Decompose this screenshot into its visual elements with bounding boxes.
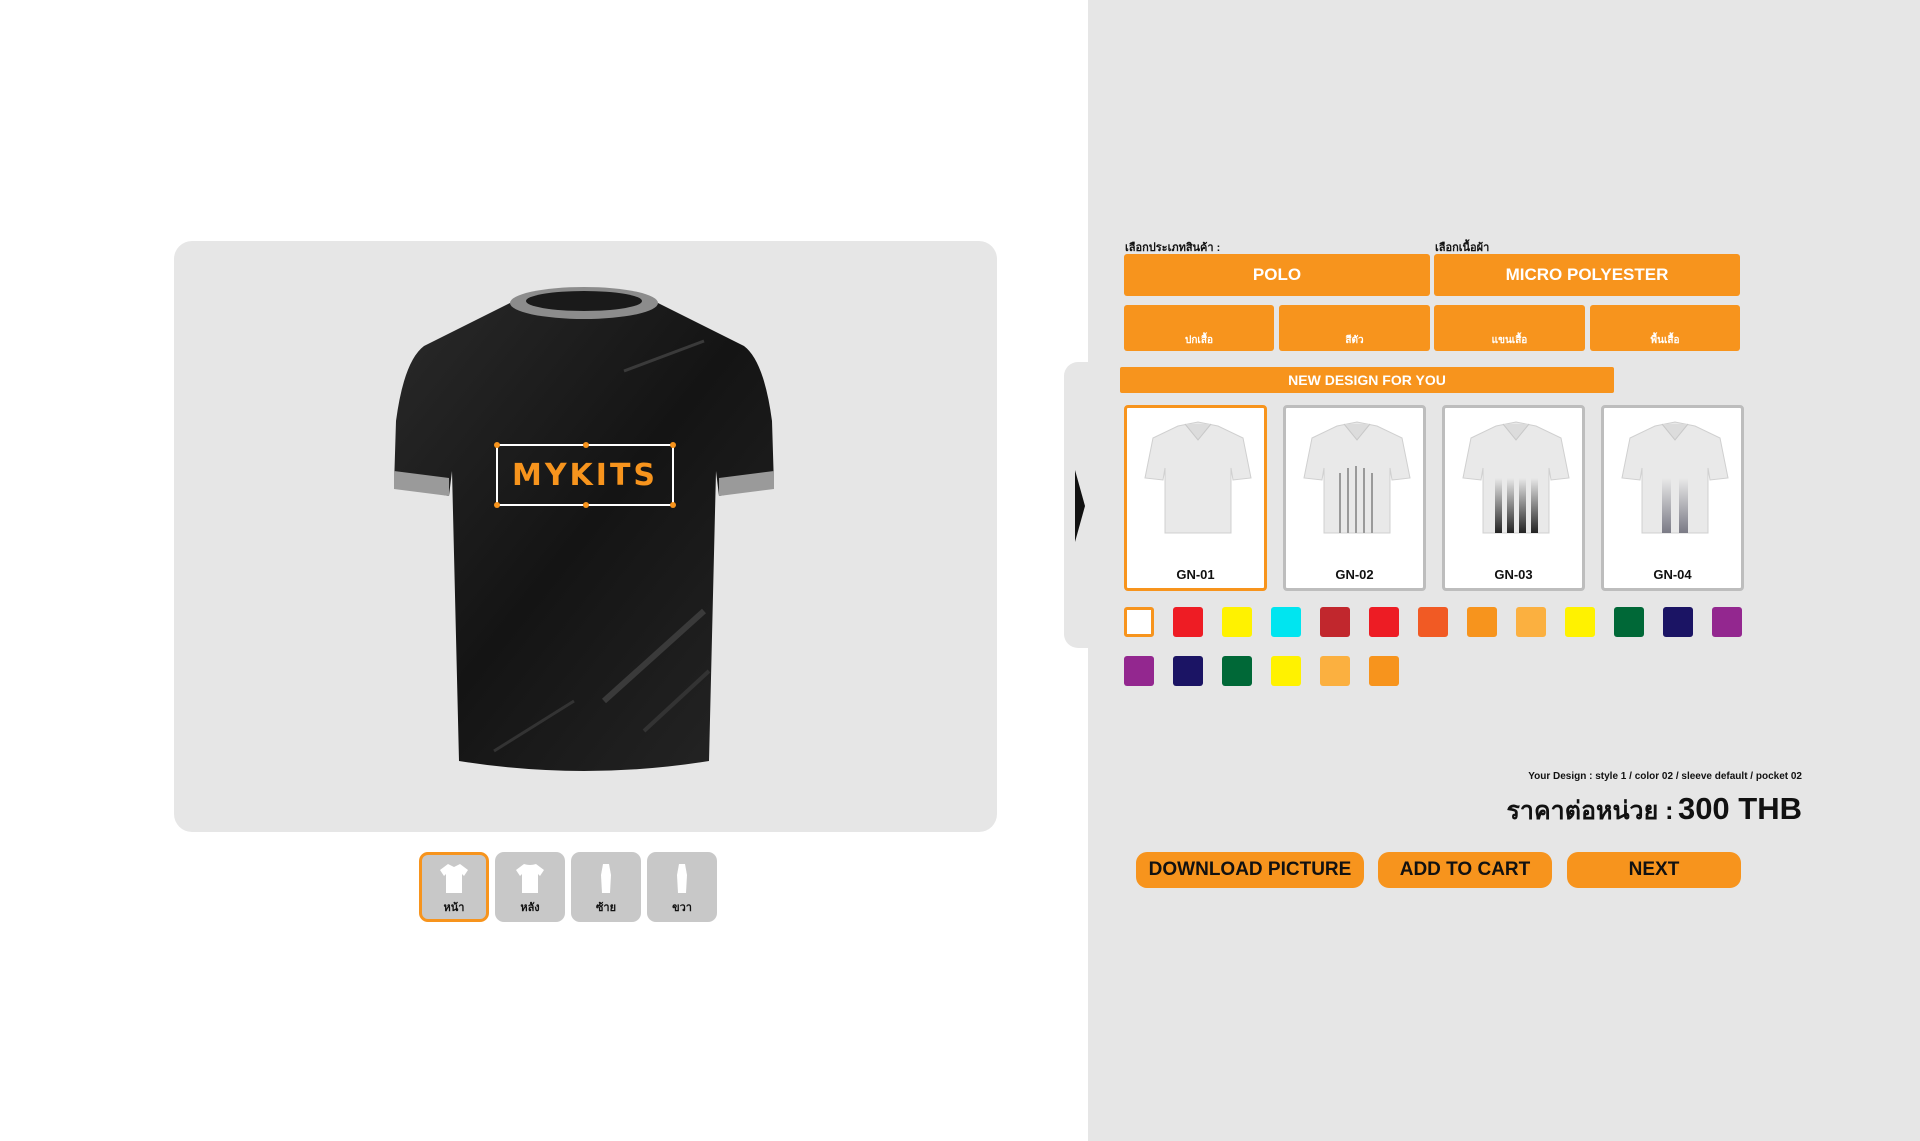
design-code: GN-03 [1494, 567, 1533, 582]
logo-text: MYKITS [511, 458, 659, 493]
color-swatch[interactable] [1712, 607, 1742, 637]
customize-panel: เลือกประเภทสินค้า : เลือกเนื้อผ้า POLO M… [1064, 0, 1920, 1141]
design-summary: Your Design : style 1 / color 02 / sleev… [1528, 771, 1802, 782]
color-swatch[interactable] [1614, 607, 1644, 637]
resize-handle[interactable] [494, 442, 500, 448]
view-right-button[interactable]: ขวา [647, 852, 717, 922]
color-swatch[interactable] [1320, 656, 1350, 686]
polo-shirt-bold-stripes-icon [1462, 421, 1570, 534]
polo-shirt-icon [1144, 421, 1252, 534]
tshirt-preview-image [394, 287, 774, 771]
shirt-back-icon [516, 864, 544, 893]
sleeve-option-button[interactable]: แขนเสื้อ [1434, 305, 1585, 351]
fabric-select[interactable]: MICRO POLYESTER [1434, 254, 1740, 296]
shirt-front-icon [440, 864, 468, 893]
design-card-gn-02[interactable]: GN-02 [1283, 405, 1426, 591]
view-front-button[interactable]: หน้า [419, 852, 489, 922]
resize-handle[interactable] [670, 502, 676, 508]
color-swatch[interactable] [1320, 607, 1350, 637]
shirt-left-side-icon [601, 864, 611, 893]
product-type-select[interactable]: POLO [1124, 254, 1430, 296]
color-swatch[interactable] [1173, 656, 1203, 686]
collar-option-button[interactable]: ปกเสื้อ [1124, 305, 1274, 351]
color-swatch[interactable] [1124, 656, 1154, 686]
color-swatch[interactable] [1271, 656, 1301, 686]
resize-handle[interactable] [583, 442, 589, 448]
view-label: หน้า [443, 902, 465, 914]
body-color-option-button[interactable]: สีตัว [1279, 305, 1430, 351]
add-to-cart-button[interactable]: ADD TO CART [1378, 852, 1552, 888]
color-swatch[interactable] [1222, 607, 1252, 637]
shirt-preview-card: MYKITS [174, 241, 997, 832]
resize-handle[interactable] [583, 502, 589, 508]
resize-handle[interactable] [494, 502, 500, 508]
next-button[interactable]: NEXT [1567, 852, 1741, 888]
resize-handle[interactable] [670, 442, 676, 448]
collapse-arrow-icon[interactable] [1075, 470, 1085, 542]
color-swatch[interactable] [1369, 607, 1399, 637]
view-selector: หน้า หลัง ซ้าย ขวา [419, 852, 717, 922]
color-swatch[interactable] [1173, 607, 1203, 637]
design-list: GN-01 GN-02 GN-03 GN-04 [1124, 405, 1744, 591]
polo-shirt-striped-icon [1303, 421, 1411, 534]
price-label: ราคาต่อหน่วย : [1506, 797, 1674, 825]
design-code: GN-02 [1335, 567, 1374, 582]
pattern-option-button[interactable]: พื้นเสื้อ [1590, 305, 1740, 351]
design-code: GN-01 [1176, 567, 1215, 582]
color-swatch[interactable] [1124, 607, 1154, 637]
price-row: ราคาต่อหน่วย : 300 THB [1506, 791, 1802, 831]
color-swatch[interactable] [1418, 607, 1448, 637]
view-label: หลัง [520, 902, 540, 914]
view-left-button[interactable]: ซ้าย [571, 852, 641, 922]
color-swatch[interactable] [1467, 607, 1497, 637]
view-label: ซ้าย [595, 902, 617, 914]
color-swatch[interactable] [1565, 607, 1595, 637]
design-code: GN-04 [1653, 567, 1692, 582]
color-swatch[interactable] [1663, 607, 1693, 637]
view-back-button[interactable]: หลัง [495, 852, 565, 922]
color-swatch[interactable] [1271, 607, 1301, 637]
download-picture-button[interactable]: DOWNLOAD PICTURE [1136, 852, 1364, 888]
design-card-gn-01[interactable]: GN-01 [1124, 405, 1267, 591]
shirt-right-side-icon [677, 864, 687, 893]
price-value: 300 THB [1677, 791, 1802, 826]
design-card-gn-04[interactable]: GN-04 [1601, 405, 1744, 591]
view-label: ขวา [672, 902, 692, 914]
polo-shirt-gradient-icon [1621, 421, 1729, 534]
color-swatch[interactable] [1516, 607, 1546, 637]
new-design-banner: NEW DESIGN FOR YOU [1120, 367, 1614, 393]
logo-placement-box[interactable]: MYKITS [494, 442, 676, 508]
color-swatch[interactable] [1369, 656, 1399, 686]
design-card-gn-03[interactable]: GN-03 [1442, 405, 1585, 591]
color-swatch[interactable] [1222, 656, 1252, 686]
